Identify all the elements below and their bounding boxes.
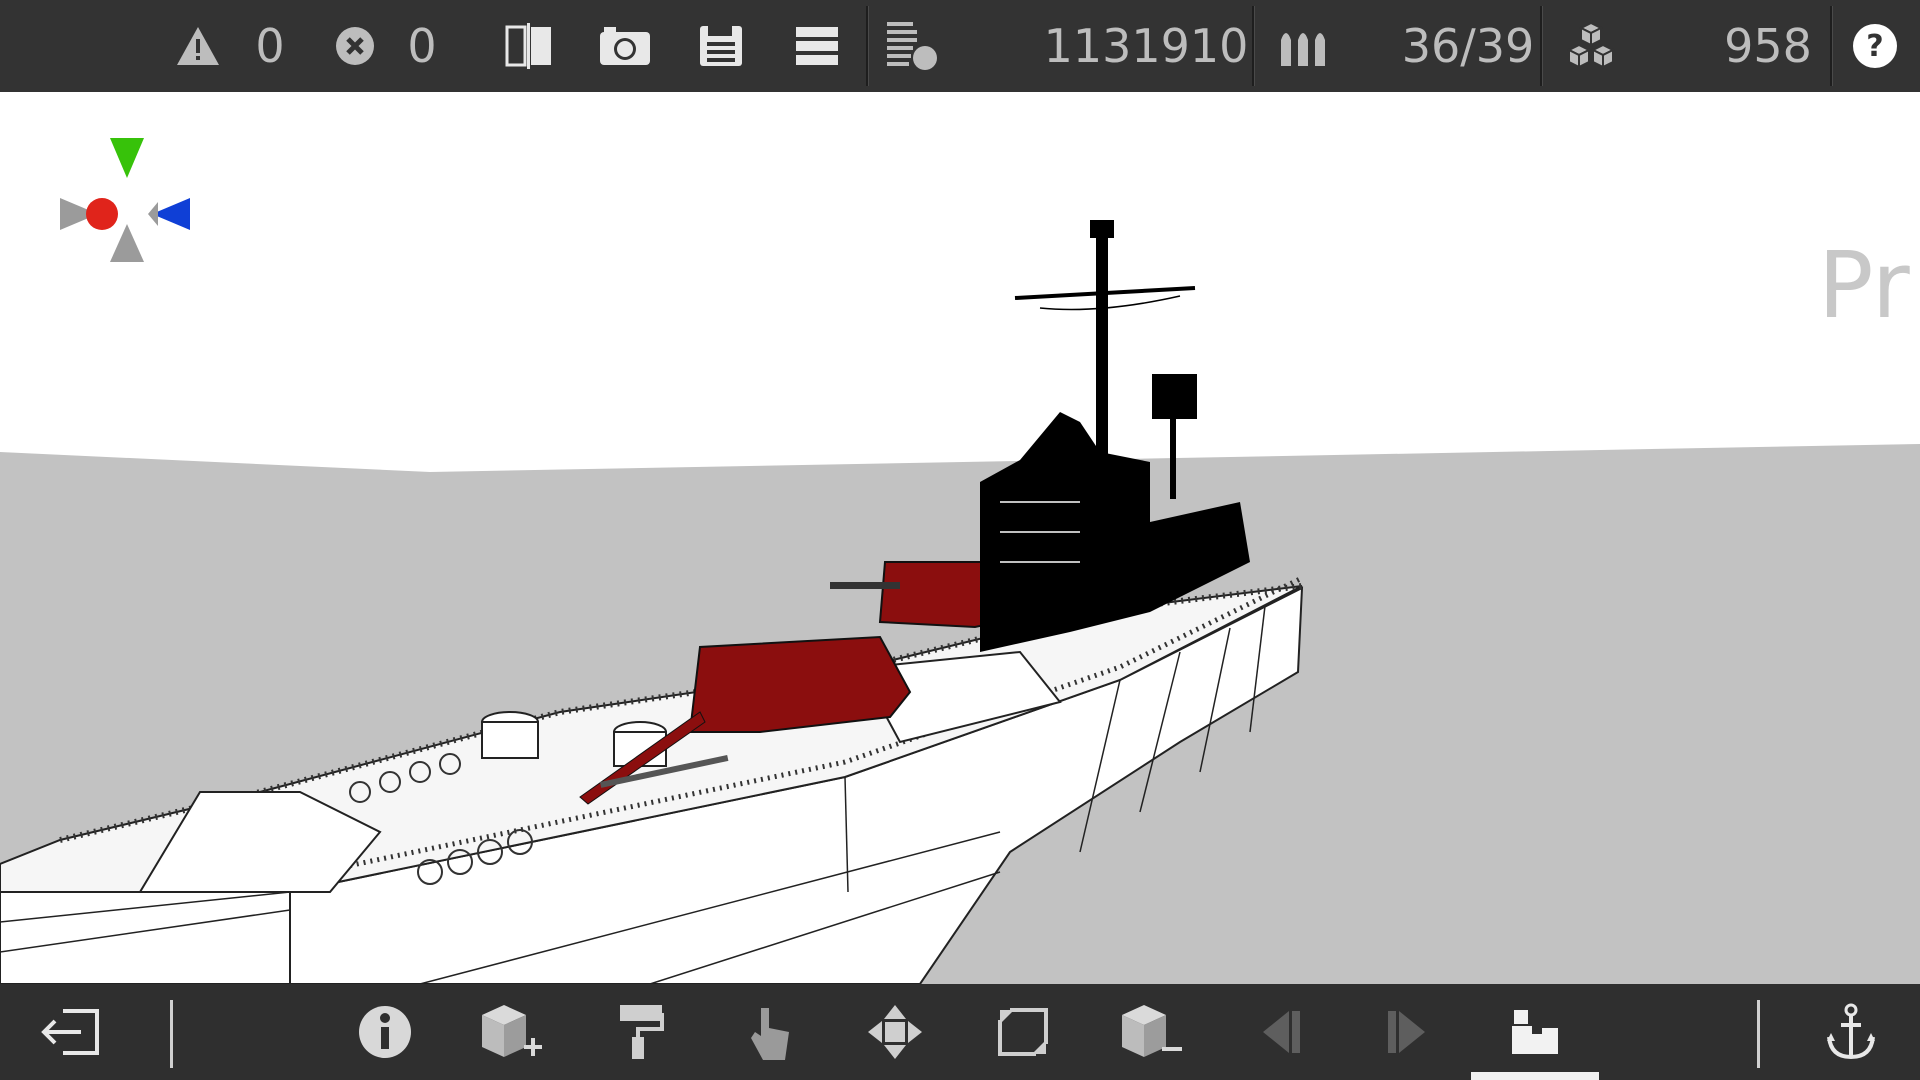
camera-icon[interactable]: [596, 0, 654, 92]
add-part-icon[interactable]: [456, 984, 566, 1080]
save-icon[interactable]: [694, 0, 748, 92]
info-icon[interactable]: [330, 984, 440, 1080]
paint-icon[interactable]: [584, 984, 694, 1080]
top-toolbar: 0 0 1131910 36/39 958 ?: [0, 0, 1920, 92]
build-mode-icon[interactable]: [1480, 984, 1590, 1080]
exit-icon[interactable]: [16, 984, 126, 1080]
select-icon[interactable]: [714, 984, 824, 1080]
anchor-icon[interactable]: [1796, 984, 1906, 1080]
bottom-toolbar: [0, 984, 1920, 1080]
radar: [1152, 374, 1197, 419]
rotate-icon[interactable]: [968, 984, 1078, 1080]
layers-icon[interactable]: [884, 0, 944, 92]
active-tab-indicator: [1471, 1072, 1599, 1080]
mast: [1096, 232, 1108, 472]
help-icon[interactable]: ?: [1848, 0, 1902, 92]
turret-a: [688, 635, 912, 733]
next-icon[interactable]: [1352, 984, 1462, 1080]
split-view-icon[interactable]: [502, 0, 558, 92]
ammo-value: 36/39: [1401, 19, 1535, 73]
parts-icon: [1562, 0, 1620, 92]
warning-count: 0: [255, 19, 285, 73]
ship-scene: [0, 220, 1920, 984]
watermark-text: Pr: [1818, 232, 1910, 339]
3d-viewport[interactable]: Pr: [0, 92, 1920, 984]
ammo-icon: [1276, 0, 1332, 92]
prev-icon[interactable]: [1226, 984, 1336, 1080]
y-axis-handle: [110, 138, 144, 178]
svg-text:?: ?: [1866, 29, 1883, 64]
menu-icon[interactable]: [790, 0, 844, 92]
error-icon[interactable]: [330, 0, 380, 92]
polygon-count: 1131910: [1043, 19, 1249, 73]
error-count: 0: [407, 19, 437, 73]
axis-gizmo[interactable]: [58, 136, 198, 276]
x-axis-handle: [86, 198, 118, 230]
warning-icon[interactable]: [170, 0, 226, 92]
move-icon[interactable]: [840, 984, 950, 1080]
parts-value: 958: [1724, 19, 1812, 73]
remove-part-icon[interactable]: [1096, 984, 1206, 1080]
